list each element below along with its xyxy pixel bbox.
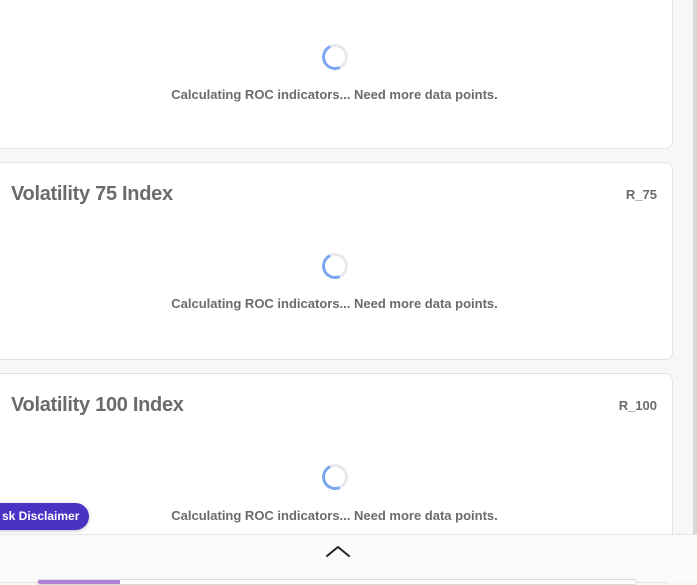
market-card-previous: Calculating ROC indicators... Need more … <box>0 0 673 149</box>
risk-disclaimer-button[interactable]: sk Disclaimer <box>0 503 90 530</box>
loading-status-text: Calculating ROC indicators... Need more … <box>171 87 498 102</box>
loading-spinner-icon <box>318 460 352 494</box>
market-title: Volatility 75 Index <box>11 183 173 205</box>
loading-status-text: Calculating ROC indicators... Need more … <box>171 296 498 311</box>
market-title: Volatility 100 Index <box>11 394 184 416</box>
chevron-up-icon[interactable] <box>325 544 351 558</box>
market-symbol: R_100 <box>618 398 657 413</box>
active-tab-indicator <box>38 580 120 584</box>
loading-spinner-icon <box>318 249 352 283</box>
tab-strip[interactable] <box>37 579 637 585</box>
loading-status-text: Calculating ROC indicators... Need more … <box>171 508 498 523</box>
market-card-volatility-75: Volatility 75 Index R_75 Calculating ROC… <box>0 162 673 360</box>
market-symbol: R_75 <box>625 187 657 202</box>
loading-spinner-icon <box>318 40 352 74</box>
scrollbar[interactable] <box>693 0 697 540</box>
bottom-panel <box>0 534 697 585</box>
